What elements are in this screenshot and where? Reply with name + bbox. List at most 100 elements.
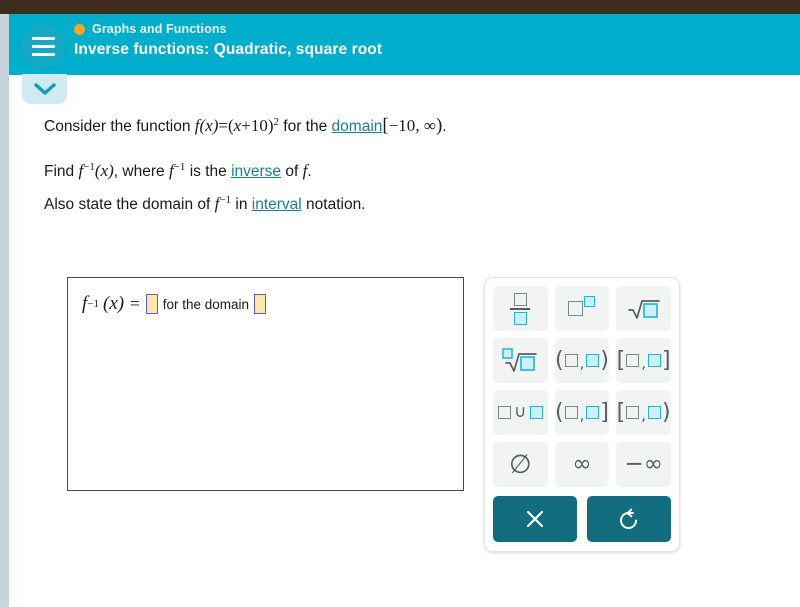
bracket-left-paren: ( [555, 347, 564, 373]
undo-button[interactable] [587, 496, 671, 542]
breadcrumb: Graphs and Functions [74, 22, 227, 36]
fraction-bar [510, 307, 531, 310]
slot-cyan [586, 354, 600, 367]
nth-root-button[interactable] [493, 338, 548, 383]
half-open-right-icon: ( , ] [555, 399, 609, 425]
slot-cyan [586, 406, 600, 419]
breadcrumb-label: Graphs and Functions [92, 22, 227, 36]
slot-gray [626, 406, 640, 419]
closed-interval-button[interactable]: [ , ] [616, 338, 671, 383]
line1-interval-comma: , [415, 116, 424, 135]
empty-set-button[interactable]: ∅ [493, 442, 548, 487]
page-title: Inverse functions: Quadratic, square roo… [74, 41, 383, 58]
square-root-icon [627, 297, 661, 321]
hamburger-bar [32, 45, 55, 48]
answer-area[interactable]: f −1 (x) = for the domain [67, 277, 464, 491]
line1-arg: (x) [199, 116, 219, 135]
slot-cyan [648, 354, 662, 367]
close-icon [526, 510, 544, 528]
comma: , [579, 354, 585, 372]
infinity-button[interactable]: ∞ [554, 442, 610, 487]
line2-inv: −1 [83, 161, 95, 173]
left-rail-inner [9, 75, 18, 607]
fraction-button[interactable] [493, 286, 548, 331]
app-header: Graphs and Functions Inverse functions: … [9, 14, 800, 75]
bracket-right-paren: ) [600, 347, 609, 373]
line1-expr-plus: + [241, 116, 251, 135]
domain-link[interactable]: domain [332, 118, 383, 135]
undo-icon [620, 508, 637, 529]
line1-mid: for the [278, 118, 332, 135]
line2-find: Find [44, 163, 79, 181]
nth-root-icon [502, 347, 538, 374]
power-button[interactable] [554, 286, 610, 331]
half-open-right-button[interactable]: ( , ] [554, 390, 610, 435]
half-open-left-icon: [ , ) [616, 399, 671, 425]
hamburger-icon[interactable] [22, 25, 65, 68]
comma: , [641, 354, 647, 372]
answer-equals: = [130, 294, 140, 313]
slot-gray [498, 406, 512, 419]
infinity-icon: ∞ [572, 451, 592, 477]
slot-cyan [529, 406, 543, 419]
left-rail [0, 14, 9, 607]
bracket-right-square: ] [600, 399, 609, 425]
app-root: Graphs and Functions Inverse functions: … [0, 0, 800, 607]
keypad-grid: ( , ) [ , ] ∪ (,] [,) ∅ ∞ −∞ [493, 286, 671, 487]
problem-line-2: Find f−1(x), where f−1 is the inverse of… [44, 162, 312, 180]
line3-suffix: notation. [301, 196, 366, 214]
line1-equals: = [218, 116, 228, 135]
negative-infinity-button[interactable]: −∞ [616, 442, 671, 487]
line1-interval-a: −10 [388, 116, 416, 135]
bracket-left-square: [ [616, 399, 626, 425]
union-button[interactable]: ∪ [493, 390, 548, 435]
slot-gray [564, 354, 578, 367]
bracket-left-square: [ [616, 347, 626, 373]
comma: , [579, 406, 585, 424]
bracket-right-paren: ) [662, 399, 671, 425]
power-icon [568, 296, 596, 316]
line2-where: , where [113, 163, 169, 181]
open-interval-icon: ( , ) [555, 347, 609, 373]
line2-of: of [281, 163, 303, 181]
fraction-icon [510, 292, 531, 325]
empty-set-icon: ∅ [509, 449, 532, 480]
hamburger-bar [32, 37, 55, 40]
interval-link[interactable]: interval [252, 196, 302, 213]
line3-mid: in [231, 196, 252, 214]
line2-period: . [307, 163, 312, 181]
answer-input-domain[interactable] [254, 294, 266, 314]
hamburger-bar [32, 53, 55, 56]
keypad-actions [493, 496, 671, 542]
bracket-right-square: ] [662, 347, 671, 373]
line2-inv2: −1 [173, 161, 186, 173]
math-keypad: ( , ) [ , ] ∪ (,] [,) ∅ ∞ −∞ [484, 277, 680, 552]
answer-expression: f −1 (x) = for the domain [82, 293, 266, 315]
answer-input-expression[interactable] [145, 294, 158, 314]
line1-period: . [442, 118, 447, 135]
line1-interval-b: ∞ [423, 116, 436, 135]
problem-line-3: Also state the domain of f−1 in interval… [44, 195, 366, 213]
union-icon: ∪ [498, 402, 543, 422]
half-open-left-button[interactable]: [ , ) [616, 390, 671, 435]
bracket-left-paren: ( [555, 399, 564, 425]
chevron-down-icon[interactable] [22, 74, 67, 104]
problem-line-1: Consider the function f(x)=(x+10)2 for t… [44, 116, 447, 135]
union-symbol: ∪ [514, 402, 527, 422]
closed-interval-icon: [ , ] [616, 347, 671, 373]
square-root-button[interactable] [616, 286, 671, 331]
inverse-link[interactable]: inverse [231, 163, 281, 180]
negative-infinity-icon: −∞ [624, 451, 663, 477]
slot-cyan [648, 406, 662, 419]
breadcrumb-dot-icon [74, 23, 85, 35]
answer-arg: (x) [103, 293, 125, 314]
line1-expr-num: 10 [250, 116, 268, 135]
browser-top-strip [0, 0, 800, 14]
slot-gray [564, 406, 578, 419]
line3-inv: −1 [219, 194, 232, 206]
slot-cyan [513, 311, 527, 325]
comma: , [641, 406, 647, 424]
open-interval-button[interactable]: ( , ) [554, 338, 610, 383]
line3-prefix: Also state the domain of [44, 196, 215, 214]
clear-button[interactable] [493, 496, 577, 542]
